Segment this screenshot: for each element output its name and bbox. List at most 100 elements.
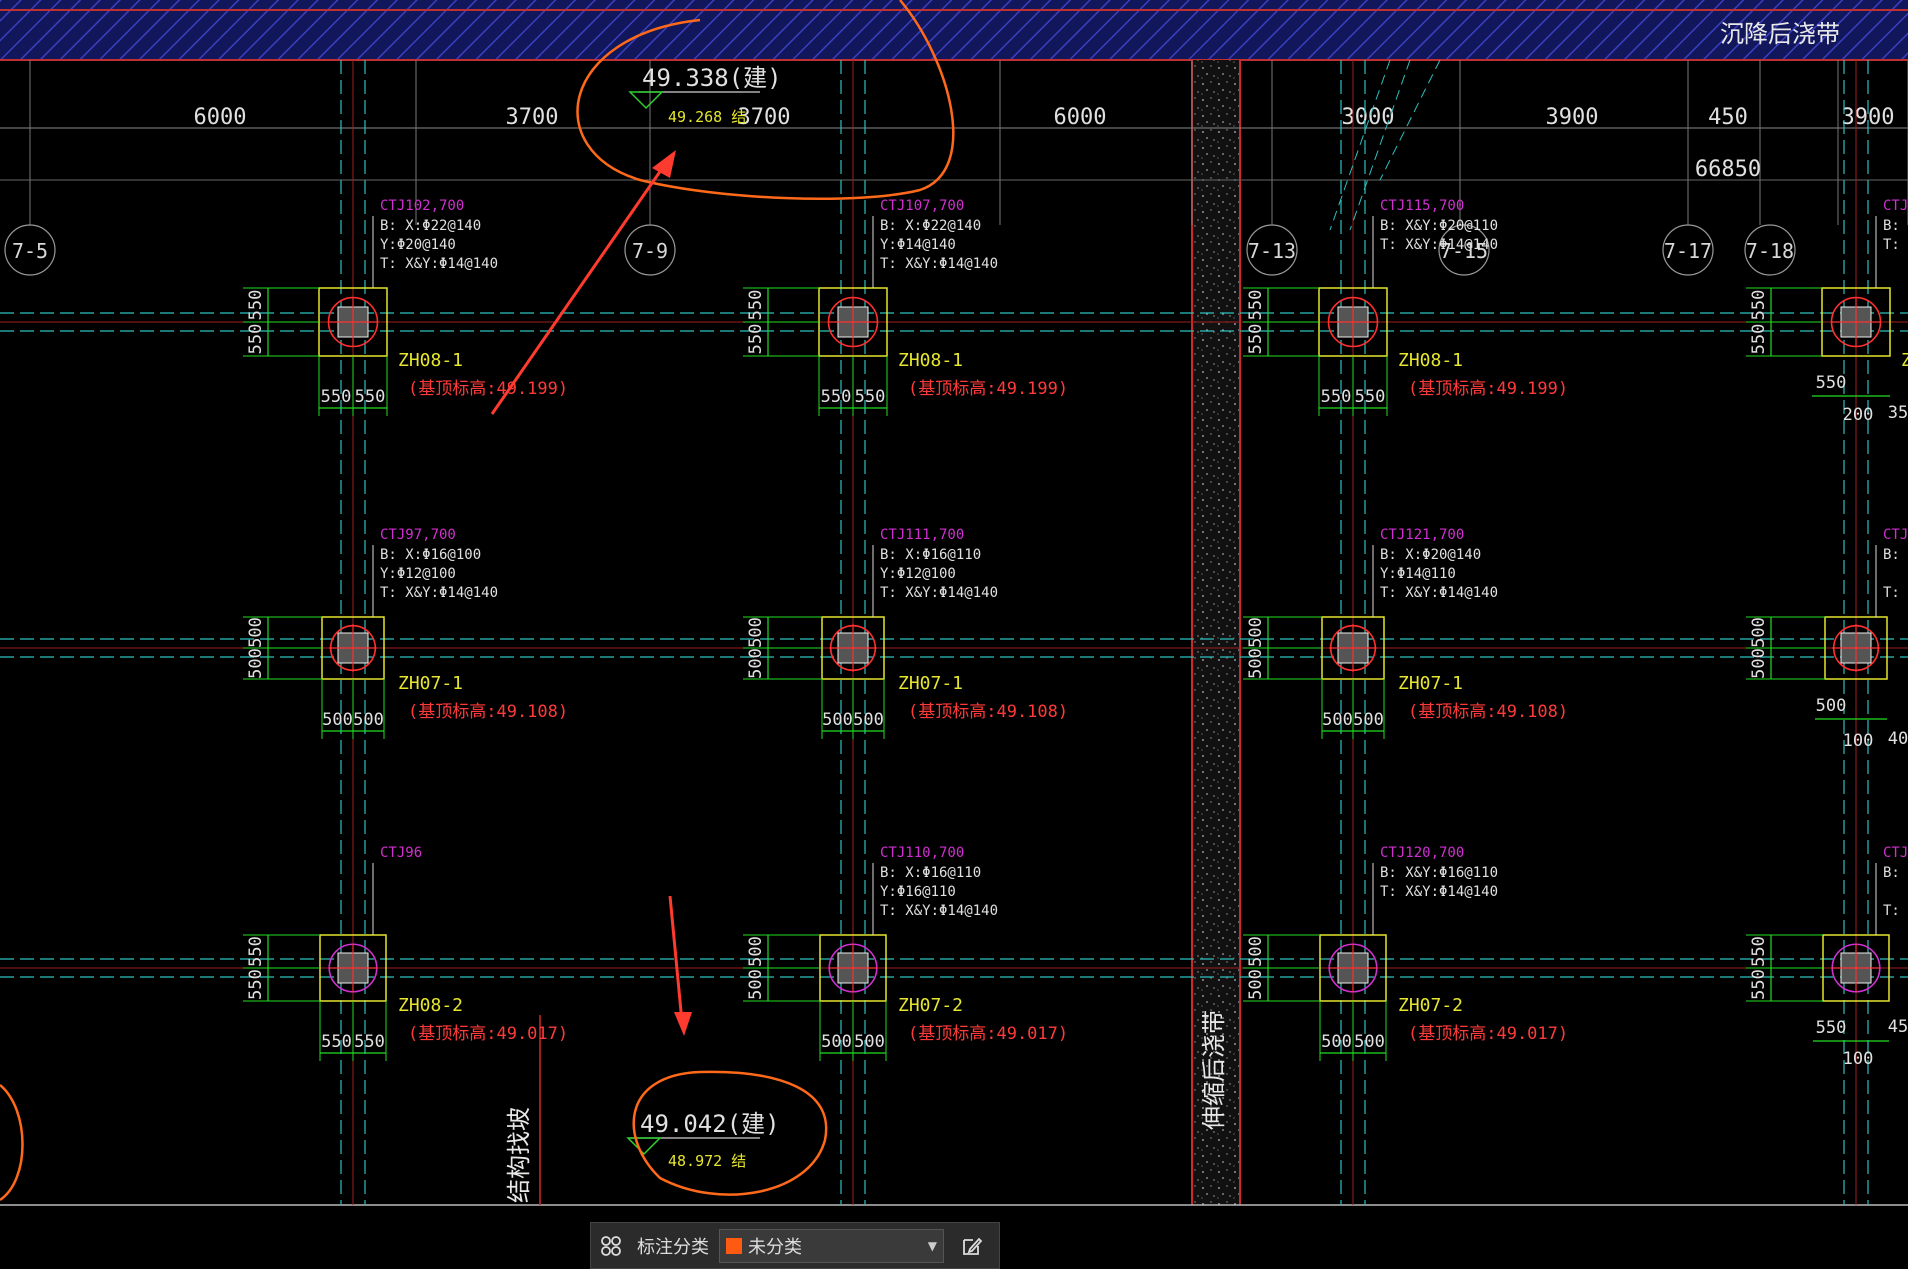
grid-icon[interactable] (591, 1226, 631, 1266)
dim-vertical: 550 (1749, 290, 1769, 321)
dim-horizontal: 500 (1816, 696, 1847, 716)
column-label: Z (1901, 350, 1908, 371)
dim-horizontal: 550 (321, 387, 352, 407)
dim-horizontal: 500 (1353, 710, 1384, 730)
foundation-top-note: (基顶标高:49.108) (1408, 702, 1568, 722)
footing-tag: CTJ96 (380, 845, 422, 861)
footing-tag: CTJ111,700 (880, 527, 964, 543)
footing-tag: CTJ102,700 (380, 198, 464, 214)
rebar-line: B: X&Y:Φ20@110 (1380, 218, 1498, 234)
dim-horizontal: 500 (1321, 1032, 1352, 1052)
dim-vertical: 550 (746, 290, 766, 321)
dim-horizontal: 500 (822, 710, 853, 730)
axis-bubble-label: 7-13 (1248, 239, 1296, 263)
chevron-down-icon: ▼ (927, 1238, 937, 1253)
dimension-value: 6000 (194, 105, 247, 130)
elevation-top-main: 49.338(建) (642, 64, 782, 92)
rebar-line: T: X&Y:Φ14@140 (1380, 884, 1498, 900)
rebar-line: B: X:Φ16@110 (880, 547, 981, 563)
footing-tag: CTJ120,700 (1380, 845, 1464, 861)
markup-arc-left (0, 1084, 24, 1202)
cad-drawing-canvas[interactable]: 沉降后浇带 伸缩后浇带 结构找坡 6000 3700 3700 6000 3000 390… (0, 0, 1908, 1269)
top-band-label: 沉降后浇带 (1720, 20, 1840, 48)
edge-dimension: 100 (1843, 731, 1874, 751)
axis-bubble-label: 7-5 (12, 239, 48, 263)
footing-row2-2: CTJ121,700 B: X:Φ20@140 Y:Φ14@110 T: X&Y:Φ… (1243, 527, 1568, 739)
dim-vertical: 500 (746, 648, 766, 679)
dim-vertical: 550 (746, 324, 766, 355)
dim-horizontal: 550 (1816, 1018, 1847, 1038)
footing-row1-2: CTJ115,700 B: X&Y:Φ20@110 T: X&Y:Φ14@140 ZH… (1243, 198, 1568, 416)
edge-dimension: 35 (1888, 403, 1908, 423)
foundation-top-note: (基顶标高:49.199) (1408, 379, 1568, 399)
dim-vertical: 500 (246, 648, 266, 679)
arrow-upper (490, 150, 676, 415)
dim-horizontal: 550 (1355, 387, 1386, 407)
rebar-line: T: X&Y:Φ14@140 (880, 256, 998, 272)
dim-horizontal: 500 (1354, 1032, 1385, 1052)
dim-vertical: 550 (1749, 969, 1769, 1000)
dim-vertical: 500 (746, 969, 766, 1000)
rebar-line: B: X:Φ22@140 (880, 218, 981, 234)
footing-row3-1: CTJ110,700 B: X:Φ16@110 Y:Φ16@110 T: X&Y:Φ… (743, 845, 1068, 1061)
dim-vertical: 550 (1246, 290, 1266, 321)
footing-tag: CTJ107,700 (880, 198, 964, 214)
dim-vertical: 500 (1246, 969, 1266, 1000)
rebar-line: T: X&Y:Φ14@140 (1380, 237, 1498, 253)
footing-row1-0: CTJ102,700 B: X:Φ22@140 Y:Φ20@140 T: X&Y:Φ… (243, 198, 568, 416)
rebar-line: Y:Φ14@140 (880, 237, 956, 253)
rebar-line: T: (1883, 903, 1900, 919)
rebar-line: Y:Φ14@110 (1380, 566, 1456, 582)
axis-bubble-label: 7-9 (632, 239, 668, 263)
category-select[interactable]: 未分类 ▼ (719, 1228, 944, 1263)
dimension-value: 450 (1708, 105, 1748, 130)
footing-tag: CTJ97,700 (380, 527, 456, 543)
column-label: ZH08-1 (898, 350, 963, 371)
column-label: ZH07-1 (898, 673, 963, 694)
dim-horizontal: 550 (1321, 387, 1352, 407)
edge-dimension: 100 (1843, 1049, 1874, 1069)
column-label: ZH08-1 (1398, 350, 1463, 371)
dim-vertical: 550 (246, 969, 266, 1000)
rebar-line: B: (1883, 865, 1900, 881)
dim-vertical: 550 (1749, 936, 1769, 967)
rebar-line: T: X&Y:Φ14@140 (880, 585, 998, 601)
dim-horizontal: 550 (1816, 373, 1847, 393)
dim-vertical: 500 (746, 936, 766, 967)
rebar-line: Y:Φ12@100 (380, 566, 456, 582)
footing-tag: CTJ115,700 (1380, 198, 1464, 214)
column-label: ZH07-2 (1398, 995, 1463, 1016)
axis-bubble-label: 7-18 (1746, 239, 1794, 263)
footing-row2-1: CTJ111,700 B: X:Φ16@110 Y:Φ12@100 T: X&Y:Φ… (743, 527, 1068, 739)
foundation-top-note: (基顶标高:49.199) (408, 379, 568, 399)
edit-icon[interactable] (952, 1226, 992, 1266)
edge-dimension: 40 (1888, 729, 1908, 749)
axis-bubble-label: 7-17 (1664, 239, 1712, 263)
column-label: ZH08-2 (398, 995, 463, 1016)
dim-vertical: 500 (1246, 648, 1266, 679)
rebar-line: T: X&Y:Φ14@140 (380, 585, 498, 601)
dim-horizontal: 500 (854, 1032, 885, 1052)
column-label: ZH08-1 (398, 350, 463, 371)
footing-row3-3: CTJB:T:550550550 (1746, 845, 1908, 1042)
rebar-line: T: X&Y:Φ14@140 (380, 256, 498, 272)
dim-horizontal: 550 (821, 387, 852, 407)
dim-vertical: 500 (1749, 648, 1769, 679)
dim-vertical: 550 (1749, 324, 1769, 355)
column-label: ZH07-1 (398, 673, 463, 694)
rebar-line: B: (1883, 547, 1900, 563)
footing-row3-2: CTJ120,700 B: X&Y:Φ16@110 T: X&Y:Φ14@140 ZH… (1243, 845, 1568, 1061)
dim-vertical: 550 (246, 936, 266, 967)
foundation-top-note: (基顶标高:49.017) (908, 1024, 1068, 1044)
arrow-lower (668, 895, 692, 1036)
dim-vertical: 500 (746, 617, 766, 648)
rebar-line: T: X&Y:Φ14@140 (1380, 585, 1498, 601)
footing-groups: CTJ102,700 B: X:Φ22@140 Y:Φ20@140 T: X&Y:Φ… (243, 198, 1908, 1069)
dim-vertical: 500 (1749, 617, 1769, 648)
dim-vertical: 550 (246, 290, 266, 321)
dim-vertical: 500 (1246, 617, 1266, 648)
dim-horizontal: 550 (354, 1032, 385, 1052)
dim-horizontal: 500 (821, 1032, 852, 1052)
dimension-row: 6000 3700 3700 6000 3000 3900 450 3900 (29, 60, 1908, 225)
edge-dimension: 200 (1843, 405, 1874, 425)
